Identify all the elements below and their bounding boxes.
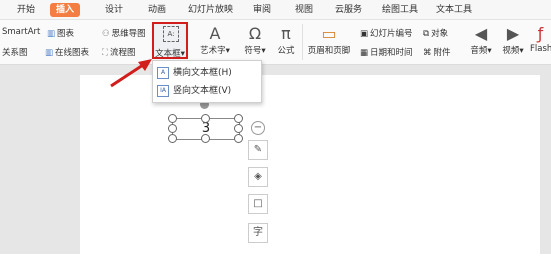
object-button[interactable]: ⧉ 对象 xyxy=(423,27,449,40)
pen-icon[interactable]: ✎ xyxy=(248,140,268,160)
object-label: 对象 xyxy=(431,29,449,39)
textbox-icon: A: xyxy=(163,26,179,42)
resize-handle[interactable] xyxy=(168,114,177,123)
resize-handle[interactable] xyxy=(201,114,210,123)
slide-number-icon: ▣ xyxy=(360,28,369,39)
datetime-label: 日期和时间 xyxy=(370,48,413,58)
chevron-down-icon: ▾ xyxy=(180,49,185,59)
chart-icon: ▥ xyxy=(47,28,56,39)
resize-handle[interactable] xyxy=(201,134,210,143)
resize-handle[interactable] xyxy=(168,134,177,143)
calendar-icon: ▦ xyxy=(360,47,369,58)
online-chart-label: 在线图表 xyxy=(55,48,90,58)
video-button[interactable]: ▶ 视频▾ xyxy=(500,24,526,56)
speaker-icon: ◀ xyxy=(474,24,488,43)
resize-handle[interactable] xyxy=(234,134,243,143)
menu-item-vertical-textbox[interactable]: IA 竖向文本框(V) xyxy=(157,83,231,99)
formula-label: 公式 xyxy=(277,46,295,56)
text-style-icon[interactable]: 字 xyxy=(248,223,268,243)
textbox-button[interactable]: A: 文本框▾ xyxy=(152,22,188,59)
tab-home[interactable]: 开始 xyxy=(17,3,35,17)
audio-button[interactable]: ◀ 音频▾ xyxy=(468,24,494,56)
flowchart-label: 流程图 xyxy=(109,48,136,58)
formula-button[interactable]: π 公式 xyxy=(274,24,298,56)
pi-icon: π xyxy=(281,24,291,43)
tab-animation[interactable]: 动画 xyxy=(148,3,166,17)
smartart-button[interactable]: SmartArt xyxy=(2,27,40,37)
symbol-label: 符号 xyxy=(244,46,262,56)
resize-handle[interactable] xyxy=(168,124,177,133)
mindmap-button[interactable]: ⚇ 思维导图 xyxy=(102,27,146,40)
tab-review[interactable]: 审阅 xyxy=(253,3,271,17)
slide-number-button[interactable]: ▣ 幻灯片编号 xyxy=(360,27,413,40)
paperclip-icon: ⌘ xyxy=(423,47,432,58)
object-icon: ⧉ xyxy=(423,28,430,39)
slide-number-label: 幻灯片编号 xyxy=(370,29,413,39)
wordart-label: 艺术字 xyxy=(200,46,226,56)
header-footer-icon: ▭ xyxy=(321,24,337,43)
border-icon[interactable]: □ xyxy=(248,194,268,214)
relation-label: 关系图 xyxy=(2,48,28,58)
relation-button[interactable]: 关系图 xyxy=(2,46,28,58)
menu-tab-bar: 开始 插入 设计 动画 幻灯片放映 审阅 视图 云服务 绘图工具 文本工具 xyxy=(0,0,551,20)
fill-icon[interactable]: ◈ xyxy=(248,167,268,187)
flash-label: Flash xyxy=(530,44,551,54)
smartart-label: SmartArt xyxy=(2,27,41,37)
slide-canvas-area xyxy=(0,65,551,260)
tab-view[interactable]: 视图 xyxy=(295,3,313,17)
vertical-textbox-icon: IA xyxy=(157,84,169,97)
horizontal-textbox-icon: A xyxy=(157,66,169,79)
video-icon: ▶ xyxy=(506,24,520,43)
flowchart-button[interactable]: ⛶ 流程图 xyxy=(102,46,136,59)
collapse-button[interactable]: − xyxy=(251,121,265,135)
slide[interactable] xyxy=(80,75,540,260)
datetime-button[interactable]: ▦ 日期和时间 xyxy=(360,46,413,59)
tab-text-tools[interactable]: 文本工具 xyxy=(436,3,472,17)
attachment-button[interactable]: ⌘ 附件 xyxy=(423,46,451,59)
symbol-button[interactable]: Ω 符号▾ xyxy=(242,24,268,56)
online-chart-button[interactable]: ▥ 在线图表 xyxy=(45,46,90,59)
tab-design[interactable]: 设计 xyxy=(105,3,123,17)
header-footer-label: 页眉和页脚 xyxy=(307,46,351,56)
flowchart-icon: ⛶ xyxy=(102,47,108,58)
flash-button[interactable]: ƒ Flash xyxy=(530,24,551,54)
header-footer-button[interactable]: ▭ 页眉和页脚 xyxy=(306,24,352,56)
audio-label: 音频 xyxy=(470,46,488,56)
tab-slideshow[interactable]: 幻灯片放映 xyxy=(188,3,233,17)
video-label: 视频 xyxy=(502,46,520,56)
tab-cloud[interactable]: 云服务 xyxy=(335,3,362,17)
chart-button[interactable]: ▥ 图表 xyxy=(47,27,75,40)
chart-label: 图表 xyxy=(57,29,75,39)
flash-icon: ƒ xyxy=(537,24,544,43)
resize-handle[interactable] xyxy=(234,114,243,123)
wordart-icon: A xyxy=(209,24,221,43)
textbox-label: 文本框 xyxy=(155,49,181,59)
menu-item-horizontal-textbox[interactable]: A 横向文本框(H) xyxy=(157,65,232,81)
ribbon-divider xyxy=(302,24,303,60)
mindmap-label: 思维导图 xyxy=(111,29,146,39)
tab-insert[interactable]: 插入 xyxy=(50,3,81,17)
mindmap-icon: ⚇ xyxy=(102,28,110,39)
tab-drawing-tools[interactable]: 绘图工具 xyxy=(382,3,418,17)
wordart-button[interactable]: A 艺术字▾ xyxy=(197,24,233,56)
resize-handle[interactable] xyxy=(234,124,243,133)
attachment-label: 附件 xyxy=(433,48,451,58)
textbox-dropdown-menu: A 横向文本框(H) IA 竖向文本框(V) xyxy=(152,60,262,103)
omega-icon: Ω xyxy=(248,24,262,43)
menu-label: 竖向文本框(V) xyxy=(173,86,232,96)
online-chart-icon: ▥ xyxy=(45,47,54,58)
menu-label: 横向文本框(H) xyxy=(173,68,232,78)
